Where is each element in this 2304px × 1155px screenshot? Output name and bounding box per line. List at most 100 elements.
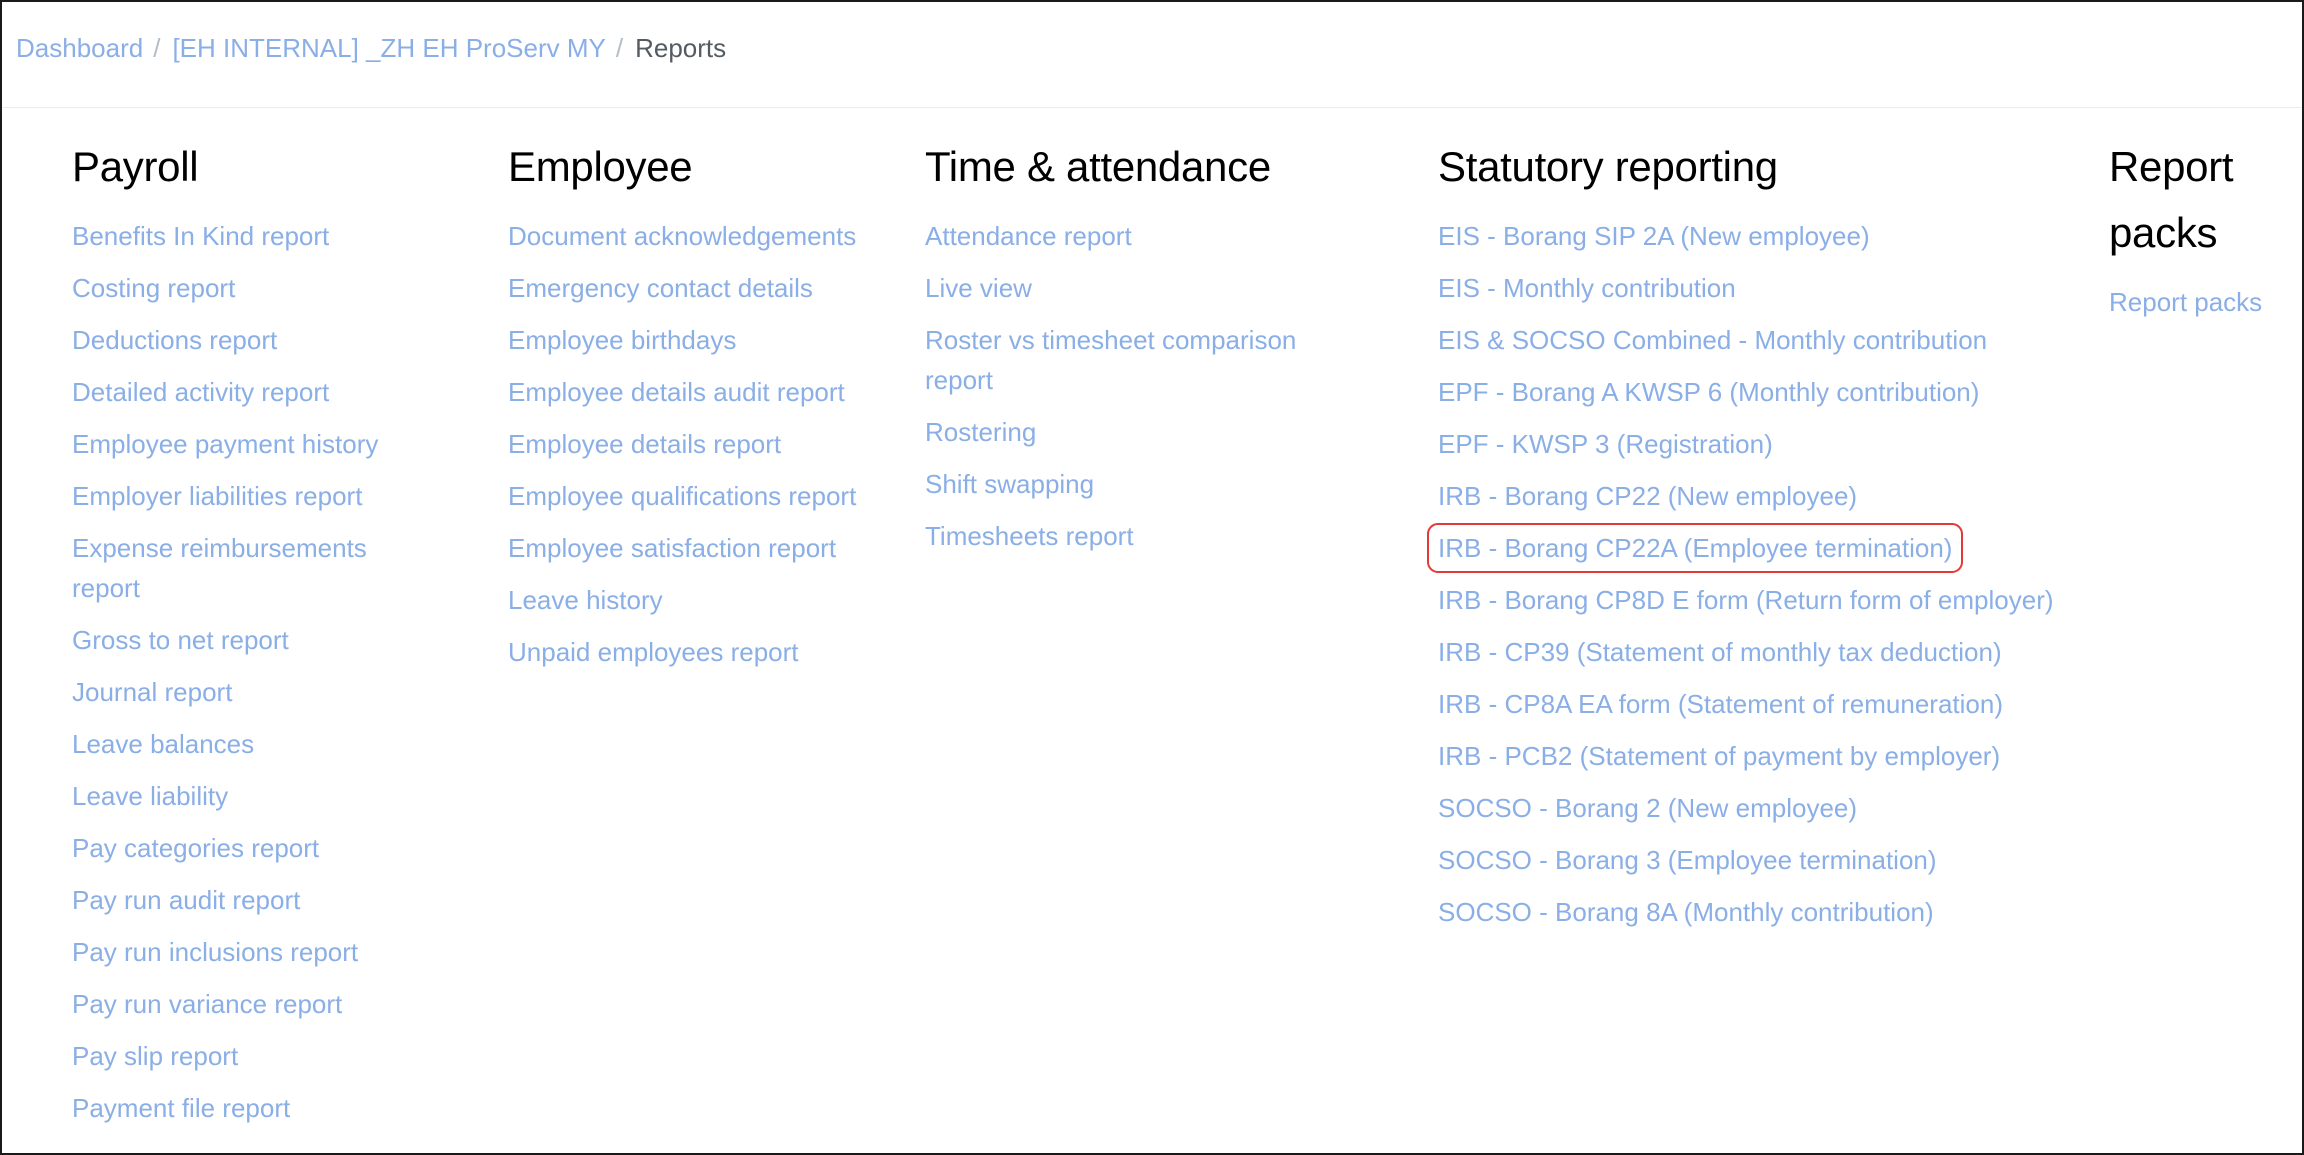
payroll-report-link[interactable]: Employer liabilities report xyxy=(72,476,362,516)
time-attendance-heading: Time & attendance xyxy=(925,143,1271,190)
employee-report-link[interactable]: Employee birthdays xyxy=(508,320,736,360)
list-item: Unpaid employees report xyxy=(508,632,878,672)
list-item: Pay categories report xyxy=(72,828,432,868)
statutory-report-link[interactable]: IRB - CP39 (Statement of monthly tax ded… xyxy=(1438,632,2002,672)
list-item: SOCSO - Borang 8A (Monthly contribution) xyxy=(1438,892,2058,932)
list-item: IRB - Borang CP22 (New employee) xyxy=(1438,476,2058,516)
list-item: EIS - Monthly contribution xyxy=(1438,268,2058,308)
breadcrumb-current-page: Reports xyxy=(635,32,727,63)
breadcrumb: Dashboard / [EH INTERNAL] _ZH EH ProServ… xyxy=(16,30,726,66)
list-item: Employee details report xyxy=(508,424,878,464)
list-item: Attendance report xyxy=(925,216,1345,256)
list-item: EPF - KWSP 3 (Registration) xyxy=(1438,424,2058,464)
payroll-report-link[interactable]: Benefits In Kind report xyxy=(72,216,329,256)
list-item: Emergency contact details xyxy=(508,268,878,308)
statutory-report-link[interactable]: EIS - Monthly contribution xyxy=(1438,268,1736,308)
list-item: Journal report xyxy=(72,672,432,712)
list-item: Leave history xyxy=(508,580,878,620)
payroll-report-link[interactable]: Pay run audit report xyxy=(72,880,300,920)
list-item: Pay slip report xyxy=(72,1036,432,1076)
statutory-report-list: EIS - Borang SIP 2A (New employee) EIS - … xyxy=(1426,216,2058,932)
employee-report-link[interactable]: Employee details audit report xyxy=(508,372,845,412)
employee-report-link[interactable]: Leave history xyxy=(508,580,663,620)
payroll-report-link[interactable]: Payment file report xyxy=(72,1088,290,1128)
payroll-report-link[interactable]: Pay run variance report xyxy=(72,984,342,1024)
payroll-report-link[interactable]: Costing report xyxy=(72,268,235,308)
report-packs-heading: Report packs xyxy=(2109,143,2234,256)
statutory-reporting-column: Statutory reporting EIS - Borang SIP 2A … xyxy=(1426,134,2058,944)
employee-column: Employee Document acknowledgements Emerge… xyxy=(508,134,878,684)
list-item: Timesheets report xyxy=(925,516,1345,556)
list-item: SOCSO - Borang 2 (New employee) xyxy=(1438,788,2058,828)
list-item: Employee payment history xyxy=(72,424,432,464)
payroll-report-link[interactable]: Pay categories report xyxy=(72,828,319,868)
list-item: Employee details audit report xyxy=(508,372,878,412)
employee-report-link[interactable]: Emergency contact details xyxy=(508,268,813,308)
statutory-report-link[interactable]: SOCSO - Borang 8A (Monthly contribution) xyxy=(1438,892,1934,932)
list-item: Pay run variance report xyxy=(72,984,432,1024)
payroll-report-link[interactable]: Deductions report xyxy=(72,320,277,360)
breadcrumb-business-link[interactable]: [EH INTERNAL] _ZH EH ProServ MY xyxy=(172,33,605,64)
breadcrumb-dashboard-link[interactable]: Dashboard xyxy=(16,33,143,64)
employee-report-link[interactable]: Employee details report xyxy=(508,424,781,464)
time-attendance-column: Time & attendance Attendance report Live … xyxy=(925,134,1345,568)
payroll-report-link[interactable]: Gross to net report xyxy=(72,620,289,660)
payroll-report-link[interactable]: Detailed activity report xyxy=(72,372,329,412)
header-divider xyxy=(2,107,2302,108)
statutory-report-link[interactable]: IRB - PCB2 (Statement of payment by empl… xyxy=(1438,736,2000,776)
list-item: Detailed activity report xyxy=(72,372,432,412)
list-item: Payment file report xyxy=(72,1088,432,1128)
employee-heading: Employee xyxy=(508,143,693,190)
list-item: Document acknowledgements xyxy=(508,216,878,256)
list-item: Employer liabilities report xyxy=(72,476,432,516)
time-attendance-report-link[interactable]: Timesheets report xyxy=(925,516,1134,556)
list-item: Report packs xyxy=(2109,282,2299,322)
payroll-report-link[interactable]: Employee payment history xyxy=(72,424,378,464)
statutory-report-link[interactable]: IRB - Borang CP22 (New employee) xyxy=(1438,476,1857,516)
statutory-report-link[interactable]: EPF - Borang A KWSP 6 (Monthly contribut… xyxy=(1438,372,1979,412)
statutory-report-link[interactable]: IRB - Borang CP8D E form (Return form of… xyxy=(1438,580,2054,620)
payroll-report-link[interactable]: Pay slip report xyxy=(72,1036,238,1076)
employee-report-link[interactable]: Employee satisfaction report xyxy=(508,528,836,568)
statutory-report-link[interactable]: EIS - Borang SIP 2A (New employee) xyxy=(1438,216,1870,256)
list-item: IRB - Borang CP8D E form (Return form of… xyxy=(1438,580,2058,620)
statutory-report-link[interactable]: EPF - KWSP 3 (Registration) xyxy=(1438,424,1773,464)
report-packs-list: Report packs xyxy=(2109,282,2299,322)
list-item: Employee satisfaction report xyxy=(508,528,878,568)
list-item: SOCSO - Borang 3 (Employee termination) xyxy=(1438,840,2058,880)
payroll-report-link[interactable]: Pay run inclusions report xyxy=(72,932,358,972)
employee-report-link[interactable]: Document acknowledgements xyxy=(508,216,856,256)
statutory-report-link[interactable]: SOCSO - Borang 2 (New employee) xyxy=(1438,788,1857,828)
employee-report-link[interactable]: Employee qualifications report xyxy=(508,476,856,516)
payroll-report-link[interactable]: Leave liability xyxy=(72,776,228,816)
time-attendance-report-link[interactable]: Shift swapping xyxy=(925,464,1094,504)
list-item: Gross to net report xyxy=(72,620,432,660)
payroll-report-list: Benefits In Kind report Costing report Ded… xyxy=(72,216,432,1128)
payroll-report-link[interactable]: Leave balances xyxy=(72,724,254,764)
list-item: IRB - PCB2 (Statement of payment by empl… xyxy=(1438,736,2058,776)
list-item: Deductions report xyxy=(72,320,432,360)
list-item: Live view xyxy=(925,268,1345,308)
list-item: Shift swapping xyxy=(925,464,1345,504)
list-item: Rostering xyxy=(925,412,1345,452)
payroll-heading: Payroll xyxy=(72,143,199,190)
statutory-report-link[interactable]: IRB - CP8A EA form (Statement of remuner… xyxy=(1438,684,2003,724)
payroll-report-link[interactable]: Journal report xyxy=(72,672,232,712)
list-item: IRB - CP8A EA form (Statement of remuner… xyxy=(1438,684,2058,724)
statutory-report-link[interactable]: IRB - Borang CP22A (Employee termination… xyxy=(1426,523,1964,573)
list-item: Pay run audit report xyxy=(72,880,432,920)
list-item: IRB - CP39 (Statement of monthly tax ded… xyxy=(1438,632,2058,672)
time-attendance-report-link[interactable]: Live view xyxy=(925,268,1032,308)
list-item: Employee birthdays xyxy=(508,320,878,360)
employee-report-link[interactable]: Unpaid employees report xyxy=(508,632,799,672)
time-attendance-report-link[interactable]: Roster vs timesheet comparison report xyxy=(925,320,1345,400)
employee-report-list: Document acknowledgements Emergency conta… xyxy=(508,216,878,672)
payroll-report-link[interactable]: Expense reimbursements report xyxy=(72,528,432,608)
report-packs-link[interactable]: Report packs xyxy=(2109,282,2262,322)
time-attendance-report-link[interactable]: Rostering xyxy=(925,412,1036,452)
statutory-report-link[interactable]: SOCSO - Borang 3 (Employee termination) xyxy=(1438,840,1937,880)
statutory-report-link[interactable]: EIS & SOCSO Combined - Monthly contribut… xyxy=(1438,320,1987,360)
breadcrumb-separator: / xyxy=(153,32,161,63)
time-attendance-report-link[interactable]: Attendance report xyxy=(925,216,1132,256)
reports-page: Dashboard / [EH INTERNAL] _ZH EH ProServ… xyxy=(0,0,2304,1155)
